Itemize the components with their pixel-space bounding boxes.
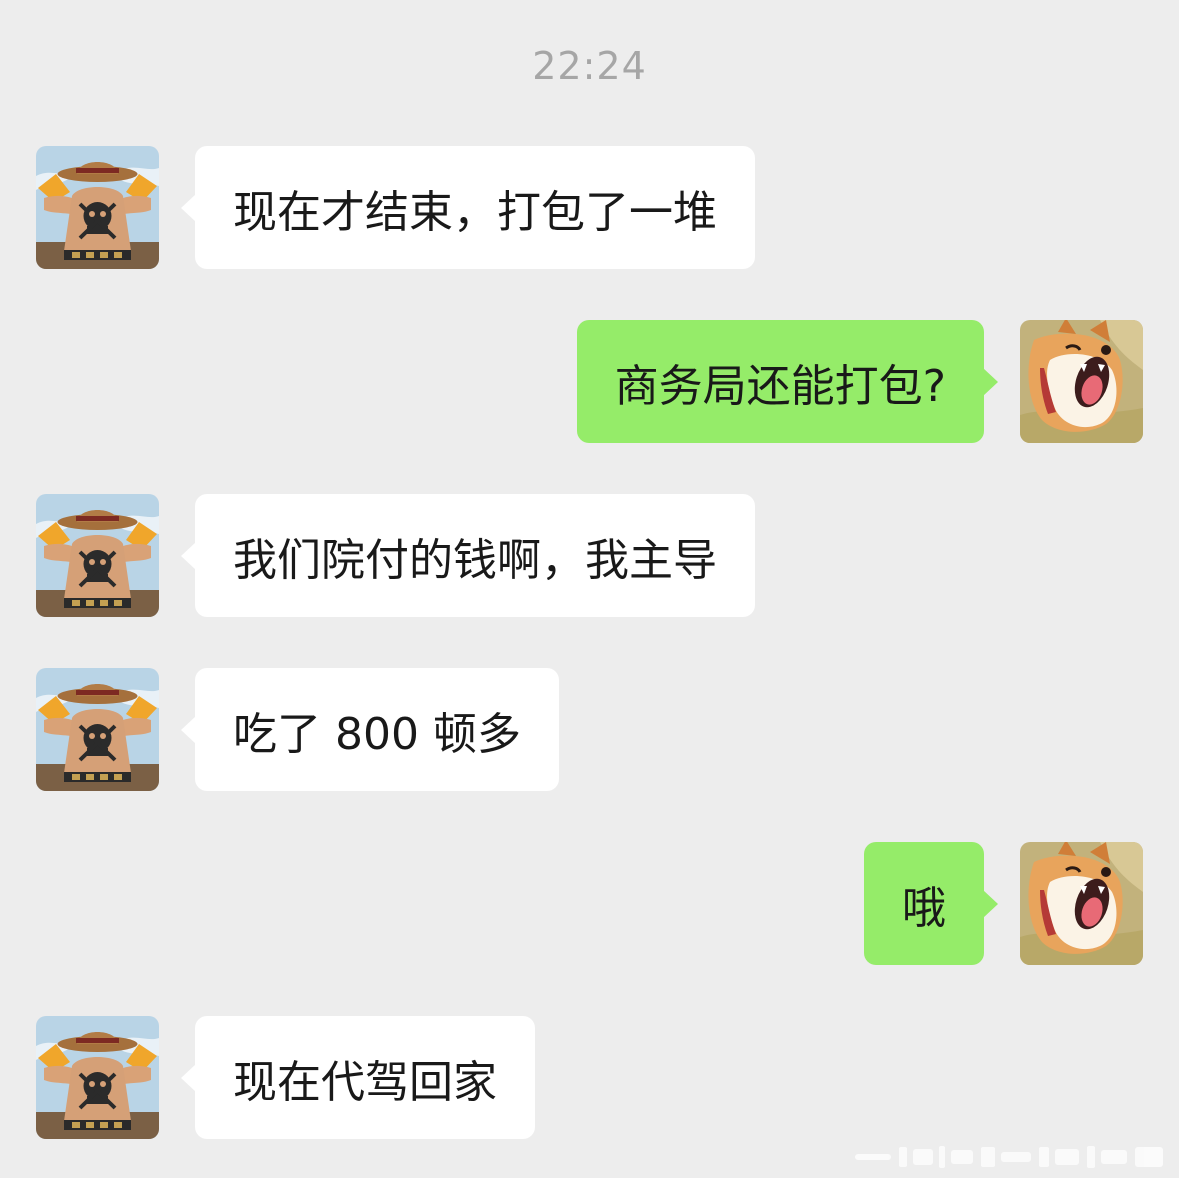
shiba-dog-avatar[interactable] [1020, 842, 1143, 965]
message-row: 现在代驾回家 [0, 1016, 1179, 1139]
pirate-back-tattoo-avatar[interactable] [36, 1016, 159, 1139]
message-row: 现在才结束，打包了一堆 [0, 146, 1179, 269]
incoming-message-bubble[interactable]: 吃了 800 顿多 [181, 668, 559, 791]
incoming-message-bubble[interactable]: 我们院付的钱啊，我主导 [181, 494, 755, 617]
message-row: 我们院付的钱啊，我主导 [0, 494, 1179, 617]
pirate-back-tattoo-avatar[interactable] [36, 494, 159, 617]
message-timestamp: 22:24 [532, 44, 647, 88]
outgoing-message-bubble[interactable]: 哦 [864, 842, 998, 965]
message-row: 哦 [0, 842, 1179, 965]
outgoing-message-bubble[interactable]: 商务局还能打包? [576, 320, 999, 443]
message-row: 商务局还能打包? [0, 320, 1179, 443]
incoming-message-bubble[interactable]: 现在代驾回家 [181, 1016, 535, 1139]
pirate-back-tattoo-avatar[interactable] [36, 668, 159, 791]
message-row: 吃了 800 顿多 [0, 668, 1179, 791]
incoming-message-bubble[interactable]: 现在才结束，打包了一堆 [181, 146, 755, 269]
shiba-dog-avatar[interactable] [1020, 320, 1143, 443]
watermark-logo [855, 1146, 1163, 1168]
pirate-back-tattoo-avatar[interactable] [36, 146, 159, 269]
